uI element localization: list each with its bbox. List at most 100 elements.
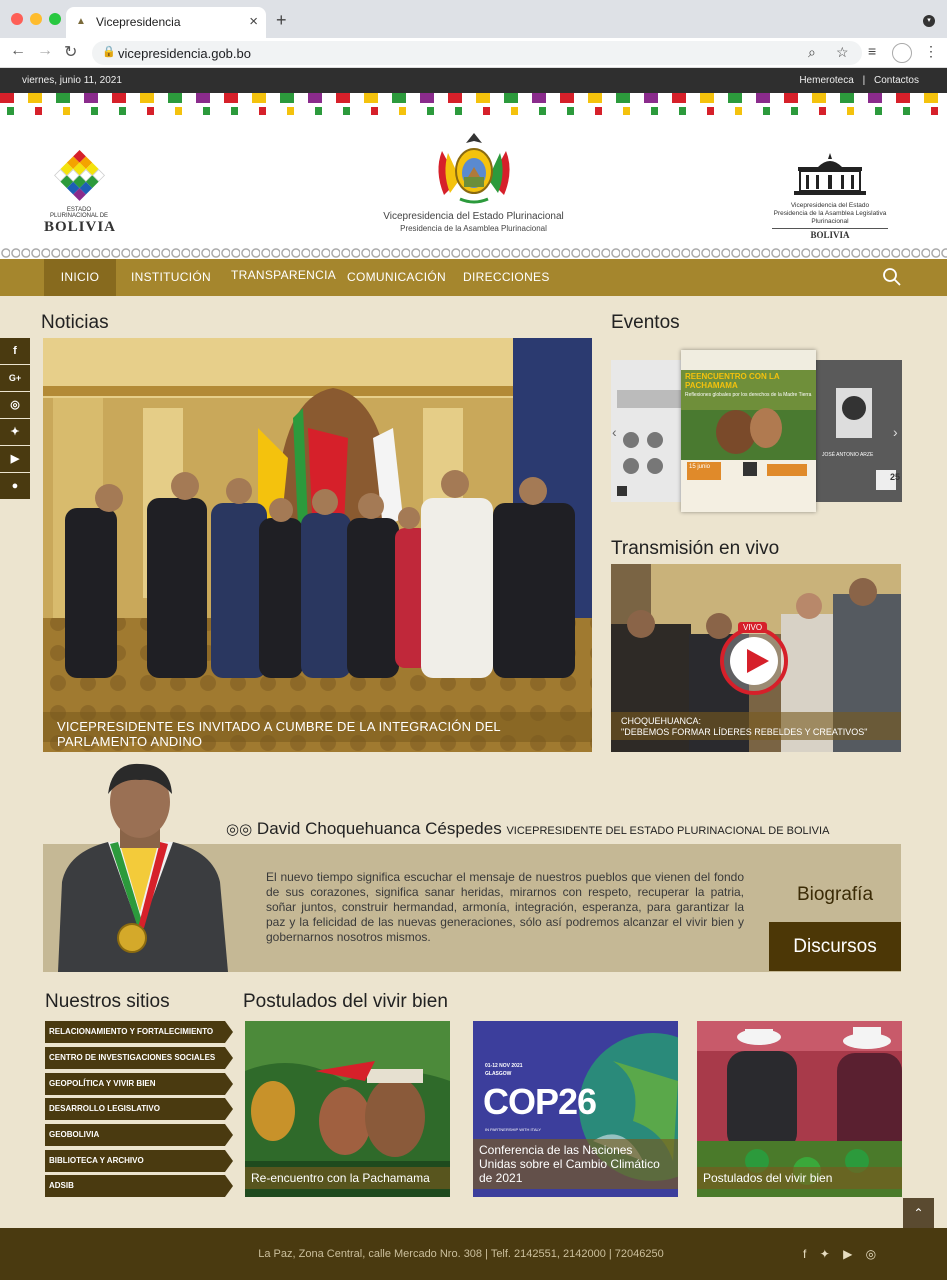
poster-right-date: 25	[890, 472, 901, 482]
logo-right-line3: BOLIVIA	[772, 228, 888, 240]
live-caption[interactable]: CHOQUEHUANCA: "DEBEMOS FORMAR LÍDERES RE…	[611, 712, 901, 740]
forward-icon[interactable]: →	[37, 42, 53, 60]
logo-right-line1: Vicepresidencia del Estado	[790, 202, 870, 209]
youtube-icon[interactable]: ▶	[0, 446, 30, 472]
logo-right-line2: Presidencia de la Asamblea Legislativa P…	[773, 210, 887, 225]
close-window-button[interactable]	[11, 13, 23, 25]
minimize-window-button[interactable]	[30, 13, 42, 25]
news-photo	[43, 338, 592, 752]
cop26-city: GLASGOW	[485, 1071, 512, 1077]
site-link[interactable]: BIBLIOTECA Y ARCHIVO	[45, 1150, 233, 1172]
site-header: ESTADO PLURINACIONAL DE BOLIVIA Vicepres…	[0, 117, 947, 247]
site-link[interactable]: DESARROLLO LEGISLATIVO	[45, 1098, 233, 1120]
close-tab-icon[interactable]: ×	[249, 13, 258, 30]
cop26-dates: 01-12 NOV 2021	[485, 1063, 523, 1069]
carousel-next-icon[interactable]: ›	[893, 424, 898, 440]
carousel-prev-icon[interactable]: ‹	[612, 424, 617, 440]
facebook-icon[interactable]: f	[803, 1247, 806, 1261]
site-link[interactable]: ADSIB	[45, 1175, 233, 1197]
vp-quote: El nuevo tiempo significa escuchar el me…	[266, 870, 744, 944]
bookmark-star-icon[interactable]: ☆	[836, 44, 849, 61]
chat-icon[interactable]: ●	[0, 473, 30, 499]
live-stream-player[interactable]: VIVO CHOQUEHUANCA: "DEBEMOS FORMAR LÍDER…	[611, 564, 901, 752]
coat-of-arms-icon	[438, 133, 510, 204]
postulado-card-cop26[interactable]: 01-12 NOV 2021 GLASGOW COP26 IN PARTNERS…	[473, 1021, 678, 1197]
back-icon[interactable]: ←	[10, 42, 26, 60]
search-icon[interactable]	[882, 267, 902, 287]
eventos-title: Eventos	[611, 312, 680, 333]
postulado-caption: Postulados del vivir bien	[697, 1167, 902, 1189]
cop26-partner: IN PARTNERSHIP WITH ITALY	[485, 1127, 542, 1132]
biografia-button[interactable]: Biografía	[769, 878, 901, 912]
address-bar[interactable]: 🔒 vicepresidencia.gob.bo ⌕ ☆	[92, 41, 862, 65]
media-control-icon[interactable]: ≡	[868, 43, 876, 59]
instagram-icon[interactable]: ◎	[866, 1247, 876, 1261]
event-poster-left[interactable]	[611, 360, 687, 502]
nav-comunicacion[interactable]: COMUNICACIÓN	[347, 259, 446, 296]
live-caption-line1: CHOQUEHUANCA:	[621, 716, 702, 726]
menu-kebab-icon[interactable]: ⋮	[924, 43, 938, 60]
palace-building-icon	[794, 153, 866, 195]
url-text[interactable]: vicepresidencia.gob.bo	[118, 46, 251, 61]
live-badge: VIVO	[738, 622, 768, 633]
site-footer: La Paz, Zona Central, calle Mercado Nro.…	[0, 1228, 947, 1280]
news-featured-image[interactable]: VICEPRESIDENTE ES INVITADO A CUMBRE DE L…	[43, 338, 592, 752]
postulado-card-pachamama[interactable]: Re-encuentro con la Pachamama	[245, 1021, 450, 1197]
zoom-icon[interactable]: ⌕	[808, 44, 816, 61]
transmision-title: Transmisión en vivo	[611, 538, 780, 559]
new-tab-icon[interactable]: +	[276, 10, 287, 31]
postulado-card-vivir-bien[interactable]: Postulados del vivir bien	[697, 1021, 902, 1197]
vp-name: David Choquehuanca Céspedes	[256, 819, 502, 838]
contactos-link[interactable]: Contactos	[874, 75, 919, 86]
events-carousel[interactable]: JOSÉ ANTONIO ARZE 25 REENCUENTRO CON LA …	[611, 338, 902, 518]
noticias-title: Noticias	[41, 312, 109, 333]
google-plus-icon[interactable]: G+	[0, 365, 30, 391]
nav-direcciones[interactable]: DIRECCIONES	[463, 259, 550, 296]
instagram-icon[interactable]: ◎	[0, 392, 30, 418]
site-link[interactable]: CENTRO DE INVESTIGACIONES SOCIALES	[45, 1047, 233, 1069]
play-button-icon[interactable]	[719, 626, 789, 696]
vp-portrait	[58, 763, 228, 972]
youtube-icon[interactable]: ▶	[843, 1247, 852, 1261]
nav-inicio[interactable]: INICIO	[44, 259, 116, 296]
decorative-scallop-border	[0, 247, 947, 259]
discursos-button[interactable]: Discursos	[769, 922, 901, 971]
facebook-icon[interactable]: f	[0, 338, 30, 364]
site-link[interactable]: RELACIONAMIENTO Y FORTALECIMIENTO	[45, 1021, 233, 1043]
news-caption[interactable]: VICEPRESIDENTE ES INVITADO A CUMBRE DE L…	[43, 712, 592, 749]
event-poster-main[interactable]: REENCUENTRO CON LA PACHAMAMA Reflexiones…	[681, 350, 816, 512]
hemeroteca-link[interactable]: Hemeroteca	[799, 75, 853, 86]
site-link[interactable]: GEOPOLÍTICA Y VIVIR BIEN	[45, 1073, 233, 1095]
live-caption-line2: "DEBEMOS FORMAR LÍDERES REBELDES Y CREAT…	[621, 727, 868, 737]
tab-search-icon[interactable]: ▾	[923, 15, 935, 27]
poster-right-name: JOSÉ ANTONIO ARZE	[822, 452, 874, 458]
twitter-icon[interactable]: ✦	[820, 1247, 830, 1261]
top-info-bar: viernes, junio 11, 2021 Hemeroteca | Con…	[0, 68, 947, 93]
current-date: viernes, junio 11, 2021	[22, 75, 122, 86]
wiphala-squares-icon	[52, 149, 106, 204]
event-poster-right[interactable]: JOSÉ ANTONIO ARZE 25	[816, 360, 902, 502]
postulado-caption: Re-encuentro con la Pachamama	[245, 1167, 450, 1189]
profile-avatar[interactable]	[892, 43, 912, 63]
cop26-logo-text: COP26	[483, 1081, 597, 1122]
main-navigation: INICIO INSTITUCIÓN TRANSPARENCIA COMUNIC…	[0, 259, 947, 296]
separator: |	[862, 75, 866, 86]
reload-icon[interactable]: ↻	[64, 42, 77, 62]
scroll-to-top-button[interactable]: ⌃	[903, 1198, 934, 1228]
vp-role: VICEPRESIDENTE DEL ESTADO PLURINACIONAL …	[506, 825, 830, 837]
social-sidebar: f G+ ◎ ✦ ▶ ●	[0, 338, 30, 500]
nav-institucion[interactable]: INSTITUCIÓN	[131, 259, 211, 296]
twitter-icon[interactable]: ✦	[0, 419, 30, 445]
asamblea-logo[interactable]: Vicepresidencia del Estado Presidencia d…	[760, 151, 900, 240]
browser-toolbar: ← → ↻ 🔒 vicepresidencia.gob.bo ⌕ ☆ ≡ ⋮	[0, 38, 947, 68]
site-link[interactable]: GEOBOLIVIA	[45, 1124, 233, 1146]
poster-main-date: 15 junio	[689, 464, 711, 470]
footer-address: La Paz, Zona Central, calle Mercado Nro.…	[258, 1248, 664, 1260]
andean-pattern-border	[0, 93, 947, 117]
postulado-caption: Conferencia de las Naciones Unidas sobre…	[473, 1139, 678, 1189]
nav-transparencia[interactable]: TRANSPARENCIA	[231, 257, 336, 294]
favicon-icon: ▲	[76, 16, 86, 27]
browser-tab[interactable]: ▲ Vicepresidencia ×	[66, 7, 266, 38]
maximize-window-button[interactable]	[49, 13, 61, 25]
lock-icon: 🔒	[102, 46, 116, 58]
